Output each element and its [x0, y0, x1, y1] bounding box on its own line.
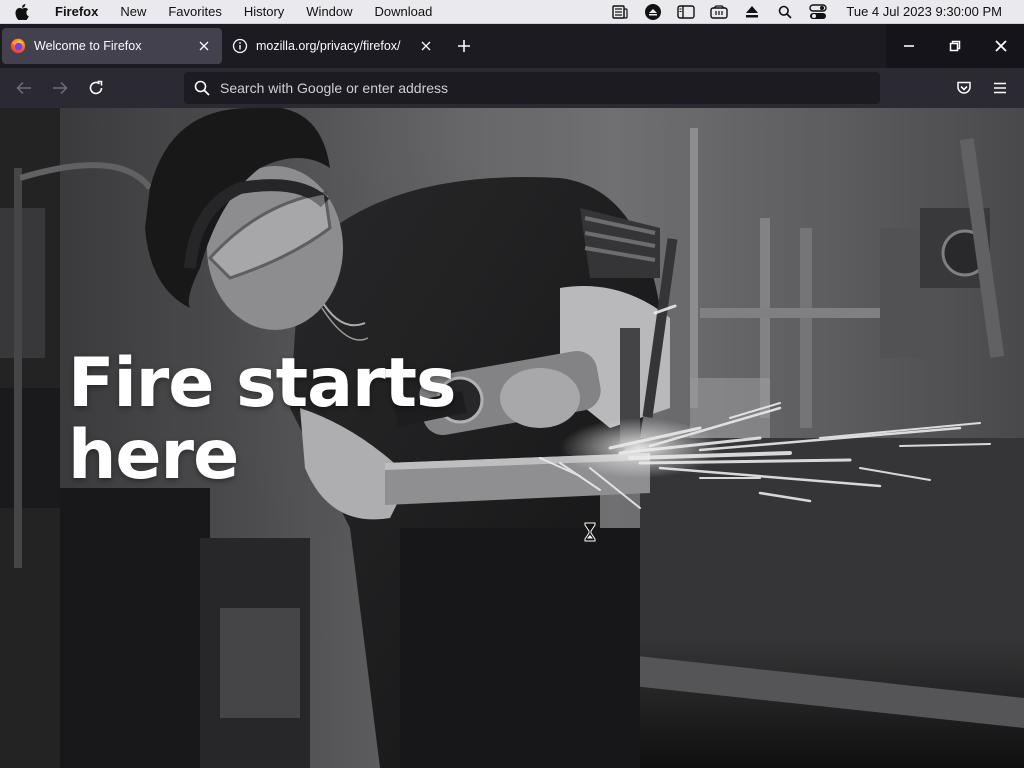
- hero-heading: Fire starts here: [68, 348, 488, 492]
- news-icon[interactable]: [603, 0, 636, 24]
- info-icon: [232, 38, 248, 54]
- tab-title: mozilla.org/privacy/firefox/: [256, 39, 401, 53]
- control-center-icon[interactable]: [801, 0, 834, 24]
- address-input[interactable]: [220, 80, 870, 96]
- navigation-toolbar: [0, 68, 1024, 108]
- plus-icon: [458, 40, 470, 52]
- sidebar-icon[interactable]: [669, 0, 702, 24]
- search-icon: [194, 80, 210, 96]
- new-tab-button[interactable]: [448, 30, 480, 62]
- forward-button[interactable]: [42, 72, 78, 104]
- tab-mozilla-privacy[interactable]: mozilla.org/privacy/firefox/: [224, 28, 444, 64]
- back-button[interactable]: [6, 72, 42, 104]
- restore-button[interactable]: [932, 24, 978, 68]
- page-content: Fire starts here: [0, 108, 1024, 768]
- app-menu-button[interactable]: [982, 72, 1018, 104]
- macos-menu-bar: Firefox New Favorites History Window Dow…: [0, 0, 1024, 24]
- tab-strip: Welcome to Firefox mozilla.org/privacy/f…: [0, 24, 1024, 68]
- reload-icon: [89, 80, 103, 95]
- hero-heading-line-1: Fire starts: [68, 344, 456, 423]
- address-bar[interactable]: [184, 72, 880, 104]
- menu-window[interactable]: Window: [295, 0, 363, 24]
- close-window-button[interactable]: [978, 24, 1024, 68]
- minimize-button[interactable]: [886, 24, 932, 68]
- close-tab-icon[interactable]: [416, 36, 436, 56]
- reload-button[interactable]: [78, 72, 114, 104]
- hourglass-cursor-icon: [584, 522, 596, 542]
- cloud-drive-icon[interactable]: [702, 0, 735, 24]
- arrow-left-icon: [16, 81, 31, 95]
- apple-menu-icon[interactable]: [0, 0, 44, 24]
- eject-icon[interactable]: [735, 0, 768, 24]
- pocket-button[interactable]: [946, 72, 982, 104]
- close-tab-icon[interactable]: [194, 36, 214, 56]
- account-circle-icon[interactable]: [636, 0, 669, 24]
- menu-history[interactable]: History: [233, 0, 295, 24]
- firefox-logo-icon: [10, 38, 26, 54]
- pocket-icon: [957, 81, 971, 94]
- tab-welcome-to-firefox[interactable]: Welcome to Firefox: [2, 28, 222, 64]
- menubar-clock[interactable]: Tue 4 Jul 2023 9:30:00 PM: [834, 4, 1024, 19]
- search-icon[interactable]: [768, 0, 801, 24]
- menu-new[interactable]: New: [109, 0, 157, 24]
- arrow-right-icon: [53, 81, 68, 95]
- menu-app-name[interactable]: Firefox: [44, 0, 109, 24]
- menu-download[interactable]: Download: [364, 0, 444, 24]
- menu-favorites[interactable]: Favorites: [157, 0, 232, 24]
- tab-title: Welcome to Firefox: [34, 39, 142, 53]
- hamburger-menu-icon: [994, 82, 1006, 94]
- window-controls: [886, 24, 1024, 68]
- hero-heading-line-2: here: [68, 416, 239, 495]
